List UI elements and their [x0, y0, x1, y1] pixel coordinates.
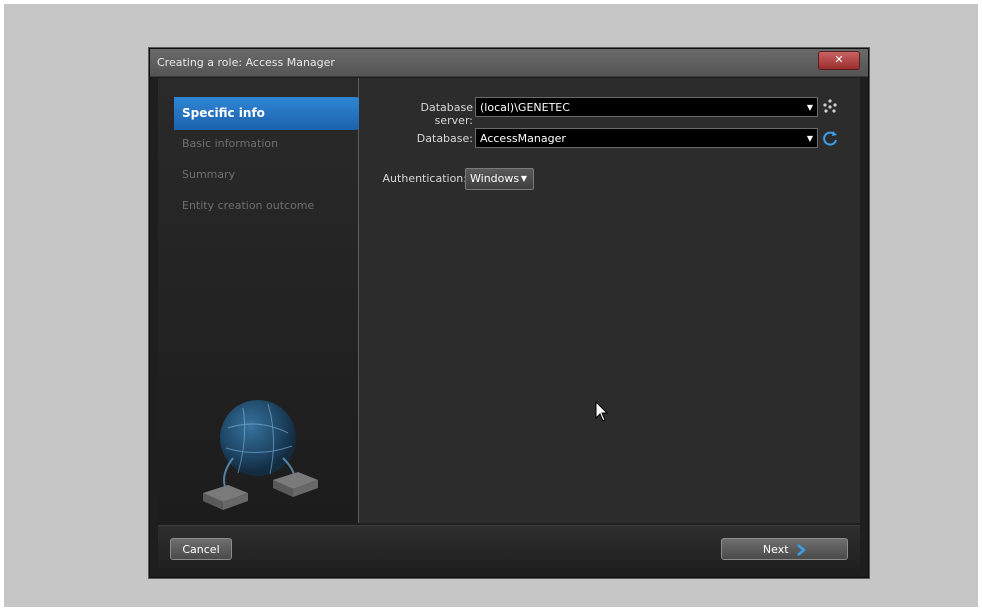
- wizard-content: Database server: (local)\GENETEC ▼ Datab…: [359, 78, 860, 523]
- database-label: Database:: [416, 132, 473, 145]
- chevron-right-icon: [797, 544, 807, 556]
- refresh-icon[interactable]: [821, 129, 839, 147]
- cancel-button[interactable]: Cancel: [170, 538, 232, 560]
- screenshot-frame: Creating a role: Access Manager ✕ Specif…: [4, 4, 978, 607]
- database-server-value: (local)\GENETEC: [480, 101, 570, 114]
- create-role-dialog: Creating a role: Access Manager ✕ Specif…: [149, 48, 869, 578]
- step-entity-creation-outcome[interactable]: Entity creation outcome: [182, 199, 314, 212]
- window-title: Creating a role: Access Manager: [157, 56, 335, 69]
- wizard-steps-sidebar: Specific info Basic information Summary …: [158, 78, 370, 523]
- dots-icon[interactable]: [821, 98, 839, 116]
- next-button[interactable]: Next: [721, 538, 848, 560]
- authentication-label: Authentication:: [382, 172, 467, 185]
- network-globe-illustration: [203, 400, 318, 510]
- chevron-down-icon: ▼: [806, 134, 813, 143]
- title-bar: Creating a role: Access Manager ✕: [150, 49, 868, 77]
- mouse-cursor-icon: [595, 401, 609, 422]
- authentication-select[interactable]: Windows ▼: [465, 168, 534, 190]
- database-server-label: Database server:: [420, 101, 474, 127]
- authentication-value: Windows: [470, 172, 520, 185]
- step-summary[interactable]: Summary: [182, 168, 235, 181]
- dialog-footer: Cancel Next: [158, 525, 860, 570]
- close-button[interactable]: ✕: [818, 51, 860, 70]
- chevron-down-icon: ▼: [520, 174, 527, 183]
- step-basic-information[interactable]: Basic information: [182, 137, 278, 150]
- database-value: AccessManager: [480, 132, 566, 145]
- chevron-down-icon: ▼: [806, 103, 813, 112]
- next-button-label: Next: [762, 543, 789, 556]
- step-specific-info[interactable]: Specific info: [174, 97, 370, 130]
- database-server-combo[interactable]: (local)\GENETEC ▼: [475, 97, 818, 117]
- close-icon: ✕: [834, 53, 844, 66]
- database-combo[interactable]: AccessManager ▼: [475, 128, 818, 148]
